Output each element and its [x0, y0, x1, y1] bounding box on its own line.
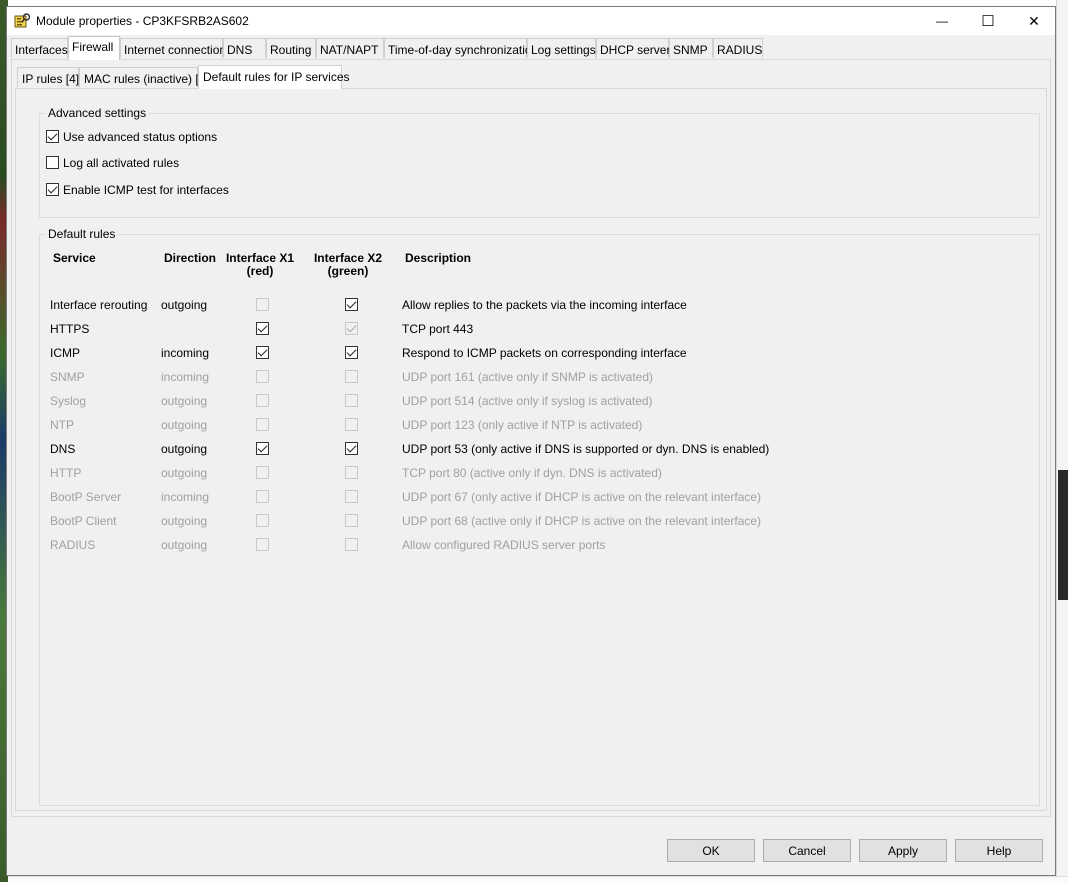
interface-x2-checkbox[interactable]	[345, 442, 358, 455]
rule-direction: outgoing	[161, 394, 208, 408]
rule-description: UDP port 161 (active only if SNMP is act…	[402, 370, 653, 384]
module-properties-icon	[14, 13, 30, 28]
interface-x1-checkbox	[256, 466, 269, 479]
maximize-icon: ☐	[981, 13, 995, 30]
use-advanced-status-label: Use advanced status options	[63, 130, 218, 144]
header-interface-x2: Interface X2 (green)	[313, 251, 383, 278]
subtab-default-rules-ip-services[interactable]: Default rules for IP services	[198, 65, 350, 89]
default-rules-group: Default rules Service Direction Interfac…	[39, 227, 1040, 806]
enable-icmp-test-checkbox[interactable]	[46, 183, 59, 196]
background-window-fragment	[1058, 470, 1068, 600]
interface-x2-checkbox	[345, 370, 358, 383]
rule-description: UDP port 123 (only active if NTP is acti…	[402, 418, 643, 432]
rule-description: UDP port 514 (active only if syslog is a…	[402, 394, 653, 408]
interface-x1-checkbox[interactable]	[256, 346, 269, 359]
background-window-edge	[1056, 0, 1068, 882]
header-description: Description	[405, 251, 472, 265]
rule-description: UDP port 68 (active only if DHCP is acti…	[402, 514, 762, 528]
log-all-rules-label: Log all activated rules	[63, 156, 180, 170]
interface-x1-checkbox	[256, 538, 269, 551]
subtab-ip-rules[interactable]: IP rules [4]	[17, 67, 79, 87]
rule-service: BootP Client	[50, 514, 117, 528]
window-title: Module properties - CP3KFSRB2AS602	[36, 14, 249, 28]
interface-x1-checkbox[interactable]	[256, 322, 269, 335]
interface-x2-checkbox	[345, 418, 358, 431]
title-bar[interactable]: Module properties - CP3KFSRB2AS602 — ☐ ✕	[7, 7, 1055, 35]
maximize-button[interactable]: ☐	[965, 7, 1011, 35]
header-service: Service	[53, 251, 96, 265]
rule-description: TCP port 80 (active only if dyn. DNS is …	[402, 466, 662, 480]
rule-description: UDP port 67 (only active if DHCP is acti…	[402, 490, 762, 504]
tab-dns[interactable]: DNS	[223, 38, 266, 58]
interface-x1-checkbox	[256, 490, 269, 503]
rule-service: HTTPS	[50, 322, 90, 336]
rule-direction: incoming	[161, 346, 210, 360]
rule-service: Interface rerouting	[50, 298, 148, 312]
rule-service: Syslog	[50, 394, 87, 408]
tab-nat-napt[interactable]: NAT/NAPT	[316, 38, 384, 58]
interface-x2-checkbox	[345, 514, 358, 527]
rule-description: UDP port 53 (only active if DNS is suppo…	[402, 442, 770, 456]
subtab-mac-rules[interactable]: MAC rules (inactive) [0]	[79, 67, 209, 87]
help-button[interactable]: Help	[955, 839, 1043, 862]
interface-x1-checkbox	[256, 514, 269, 527]
rule-service: RADIUS	[50, 538, 96, 552]
rule-description: TCP port 443	[402, 322, 474, 336]
rule-description: Allow replies to the packets via the inc…	[402, 298, 687, 312]
close-button[interactable]: ✕	[1011, 7, 1057, 35]
rule-direction: incoming	[161, 490, 210, 504]
rule-direction: outgoing	[161, 514, 208, 528]
interface-x1-checkbox[interactable]	[256, 442, 269, 455]
rule-direction: incoming	[161, 370, 210, 384]
cancel-button[interactable]: Cancel	[763, 839, 851, 862]
interface-x1-checkbox	[256, 298, 269, 311]
tab-dhcp-server[interactable]: DHCP server	[596, 38, 670, 58]
tab-internet-connection[interactable]: Internet connection	[120, 38, 226, 58]
enable-icmp-test-label: Enable ICMP test for interfaces	[63, 183, 229, 197]
tab-interfaces[interactable]: Interfaces	[11, 38, 68, 58]
advanced-settings-title: Advanced settings	[46, 106, 149, 120]
interface-x2-checkbox[interactable]	[345, 346, 358, 359]
interface-x1-checkbox	[256, 394, 269, 407]
rule-direction: outgoing	[161, 442, 208, 456]
interface-x2-checkbox[interactable]	[345, 298, 358, 311]
tab-log-settings[interactable]: Log settings	[527, 38, 596, 58]
header-direction: Direction	[164, 251, 217, 265]
interface-x2-checkbox	[345, 490, 358, 503]
header-interface-x1: Interface X1 (red)	[225, 251, 295, 278]
tab-time-of-day-synchronization[interactable]: Time-of-day synchronization	[384, 38, 538, 58]
ok-button[interactable]: OK	[667, 839, 755, 862]
rule-description: Respond to ICMP packets on corresponding…	[402, 346, 687, 360]
interface-x2-checkbox	[345, 394, 358, 407]
log-all-rules-checkbox[interactable]	[46, 156, 59, 169]
rule-direction: outgoing	[161, 418, 208, 432]
tab-routing[interactable]: Routing	[266, 38, 316, 58]
rule-service: HTTP	[50, 466, 82, 480]
tab-firewall[interactable]: Firewall	[68, 36, 120, 60]
rule-service: DNS	[50, 442, 76, 456]
interface-x2-checkbox	[345, 322, 358, 335]
use-advanced-status-checkbox[interactable]	[46, 130, 59, 143]
rule-direction: outgoing	[161, 466, 208, 480]
rule-direction: outgoing	[161, 298, 208, 312]
rule-direction: outgoing	[161, 538, 208, 552]
rule-service: SNMP	[50, 370, 85, 384]
tab-snmp[interactable]: SNMP	[669, 38, 713, 58]
interface-x2-checkbox	[345, 538, 358, 551]
interface-x2-checkbox	[345, 466, 358, 479]
default-rules-title: Default rules	[46, 227, 118, 241]
close-icon: ✕	[1028, 12, 1040, 29]
rule-service: ICMP	[50, 346, 80, 360]
apply-button[interactable]: Apply	[859, 839, 947, 862]
minimize-icon: —	[936, 14, 948, 28]
rule-service: BootP Server	[50, 490, 122, 504]
interface-x1-checkbox	[256, 418, 269, 431]
interface-x1-checkbox	[256, 370, 269, 383]
minimize-button[interactable]: —	[919, 7, 965, 35]
rule-description: Allow configured RADIUS server ports	[402, 538, 606, 552]
module-properties-dialog: Module properties - CP3KFSRB2AS602 — ☐ ✕…	[6, 6, 1056, 876]
tab-radius[interactable]: RADIUS	[713, 38, 763, 58]
rule-service: NTP	[50, 418, 74, 432]
advanced-settings-group: Advanced settings Use advanced status op…	[39, 106, 1040, 218]
